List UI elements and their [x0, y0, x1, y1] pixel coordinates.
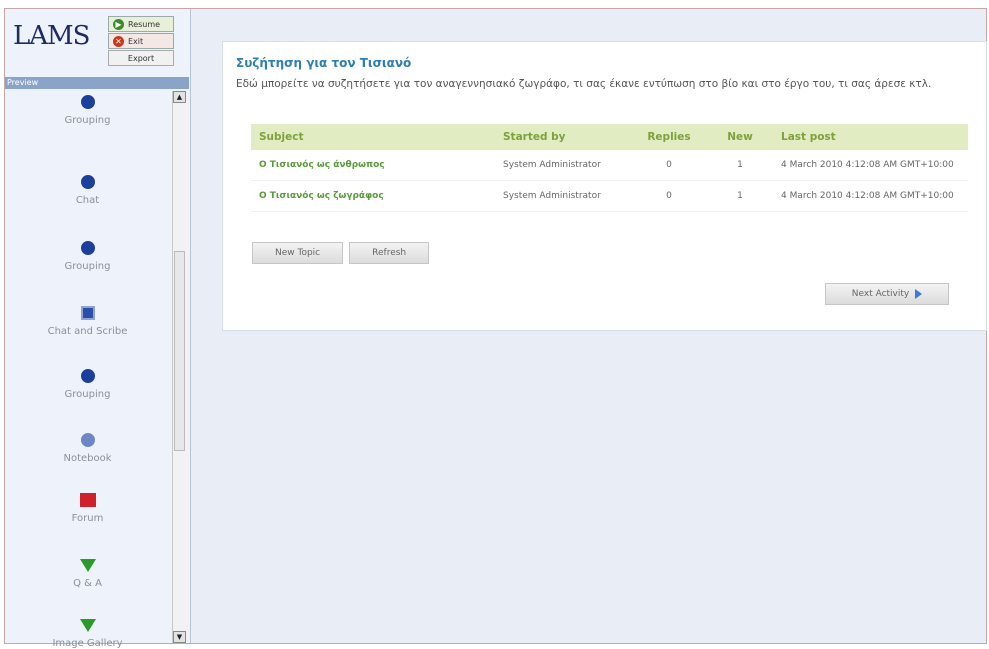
column-header-subject[interactable]: Subject — [251, 124, 495, 150]
activity-forum[interactable]: Forum — [5, 493, 170, 524]
scroll-down-icon[interactable]: ▼ — [173, 631, 186, 643]
new-count: 1 — [707, 180, 773, 212]
grouping-icon — [80, 95, 95, 109]
last-post: 4 March 2010 4:12:08 AM GMT+10:00 — [773, 180, 968, 212]
activity-label: Grouping — [64, 389, 111, 400]
notebook-icon — [80, 433, 95, 447]
next-activity-button[interactable]: Next Activity — [825, 283, 949, 305]
activity-label: Grouping — [64, 261, 111, 272]
column-header-started-by[interactable]: Started by — [495, 124, 631, 150]
app-frame: LAMS ▶ Resume ✕ Exit Export Preview Grou… — [4, 8, 987, 649]
chat-scribe-icon — [80, 306, 95, 320]
grouping-icon — [80, 241, 95, 255]
forum-description: Εδώ μπορείτε να συζητήσετε για τον αναγε… — [236, 78, 932, 90]
preview-bar: Preview — [5, 77, 189, 89]
replies-count: 0 — [631, 150, 707, 181]
export-button[interactable]: Export — [108, 50, 174, 66]
topic-link[interactable]: Ο Τισιανός ως άνθρωπος — [251, 150, 495, 181]
chat-icon — [80, 175, 95, 189]
activity-grouping-3[interactable]: Grouping — [5, 369, 170, 400]
activity-chat-and-scribe[interactable]: Chat and Scribe — [5, 306, 170, 337]
activity-label: Grouping — [64, 115, 111, 126]
topic-actions: New Topic Refresh — [252, 242, 430, 264]
exit-icon: ✕ — [113, 35, 124, 47]
activity-label: Notebook — [63, 453, 112, 464]
activity-image-gallery[interactable]: Image Gallery — [5, 619, 170, 649]
activity-grouping-1[interactable]: Grouping — [5, 95, 170, 126]
forum-panel: Συζήτηση για τον Τισιανό Εδώ μπορείτε να… — [222, 41, 987, 331]
refresh-button[interactable]: Refresh — [349, 242, 430, 264]
arrow-right-icon — [915, 289, 923, 299]
table-row: Ο Τισιανός ως άνθρωπος System Administra… — [251, 150, 968, 181]
activity-label: Image Gallery — [52, 638, 123, 649]
replies-count: 0 — [631, 180, 707, 212]
table-row: Ο Τισιανός ως ζωγράφος System Administra… — [251, 180, 968, 212]
exit-label: Exit — [128, 36, 144, 46]
image-gallery-icon — [79, 619, 96, 632]
activity-chat[interactable]: Chat — [5, 175, 170, 206]
resume-button[interactable]: ▶ Resume — [108, 16, 174, 32]
table-header-row: Subject Started by Replies New Last post — [251, 124, 968, 150]
lams-logo: LAMS — [13, 21, 90, 51]
next-activity-label: Next Activity — [851, 289, 910, 299]
started-by: System Administrator — [495, 150, 631, 181]
activity-label: Chat — [75, 195, 100, 206]
scroll-up-icon[interactable]: ▲ — [173, 91, 186, 103]
sidebar-scrollbar[interactable]: ▲ ▼ — [172, 91, 187, 643]
sidebar: LAMS ▶ Resume ✕ Exit Export Preview Grou… — [5, 9, 191, 649]
page-title: Συζήτηση για τον Τισιανό — [236, 56, 412, 70]
new-count: 1 — [707, 150, 773, 181]
activity-qa[interactable]: Q & A — [5, 559, 170, 589]
resume-label: Resume — [128, 19, 161, 29]
column-header-last-post[interactable]: Last post — [773, 124, 968, 150]
topics-table: Subject Started by Replies New Last post… — [251, 124, 968, 212]
column-header-replies[interactable]: Replies — [631, 124, 707, 150]
activity-label: Forum — [71, 513, 104, 524]
started-by: System Administrator — [495, 180, 631, 212]
activity-label: Chat and Scribe — [47, 326, 128, 337]
scroll-thumb[interactable] — [174, 251, 185, 451]
grouping-icon — [80, 369, 95, 383]
activity-grouping-2[interactable]: Grouping — [5, 241, 170, 272]
column-header-new[interactable]: New — [707, 124, 773, 150]
exit-button[interactable]: ✕ Exit — [108, 33, 174, 49]
topic-link[interactable]: Ο Τισιανός ως ζωγράφος — [251, 180, 495, 212]
activity-label: Q & A — [73, 578, 102, 589]
resume-icon: ▶ — [113, 18, 124, 30]
activity-sequence: Grouping Chat Grouping Chat and Scribe G… — [5, 91, 170, 649]
last-post: 4 March 2010 4:12:08 AM GMT+10:00 — [773, 150, 968, 181]
activity-notebook[interactable]: Notebook — [5, 433, 170, 464]
qa-icon — [79, 559, 96, 572]
new-topic-button[interactable]: New Topic — [252, 242, 344, 264]
forum-icon — [79, 493, 96, 507]
